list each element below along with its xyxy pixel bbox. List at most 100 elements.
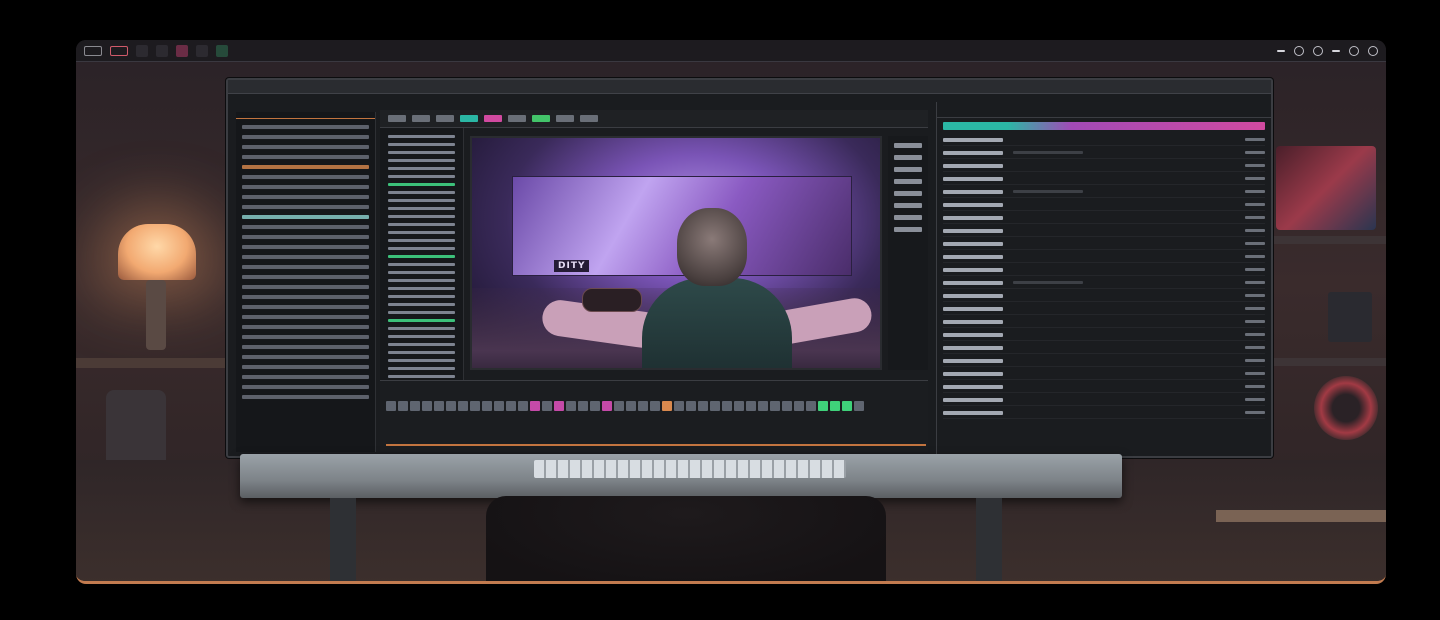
tree-item[interactable] [242, 365, 369, 369]
property-row[interactable] [943, 160, 1265, 172]
tool-icon[interactable] [894, 227, 922, 232]
video-preview[interactable]: DITY [470, 136, 882, 370]
tree-item-selected[interactable] [242, 215, 369, 219]
tree-item[interactable] [242, 325, 369, 329]
topbar-badge[interactable] [1332, 49, 1340, 52]
gear-icon[interactable] [1294, 45, 1304, 56]
code-line[interactable] [388, 327, 455, 330]
tab-5[interactable] [216, 44, 228, 57]
property-row[interactable] [943, 173, 1265, 185]
code-line[interactable] [388, 135, 455, 138]
code-line[interactable] [388, 351, 455, 354]
code-line[interactable] [388, 159, 455, 162]
code-line[interactable] [388, 335, 455, 338]
tab-2[interactable] [156, 44, 168, 57]
tree-item[interactable] [242, 225, 369, 229]
property-row[interactable] [943, 147, 1265, 159]
info-icon[interactable] [1313, 45, 1323, 56]
property-row[interactable] [943, 225, 1265, 237]
tree-item[interactable] [242, 335, 369, 339]
topbar-button[interactable] [1277, 49, 1285, 52]
tree-item[interactable] [242, 385, 369, 389]
property-row[interactable] [943, 368, 1265, 380]
tool-icon[interactable] [894, 215, 922, 220]
code-line[interactable] [388, 271, 455, 274]
tree-item[interactable] [242, 145, 369, 149]
tree-item[interactable] [242, 135, 369, 139]
properties-tabs[interactable] [943, 122, 1265, 130]
tool-icon[interactable] [894, 203, 922, 208]
code-line[interactable] [388, 367, 455, 370]
property-row[interactable] [943, 407, 1265, 419]
property-row[interactable] [943, 342, 1265, 354]
code-line[interactable] [388, 143, 455, 146]
toolbar-chip[interactable] [484, 115, 502, 122]
tab-1[interactable] [136, 44, 148, 57]
toolbar-chip[interactable] [412, 115, 430, 122]
tree-item[interactable] [242, 175, 369, 179]
timeline-scrubber[interactable] [386, 444, 926, 446]
tree-item[interactable] [242, 375, 369, 379]
code-line[interactable] [388, 255, 455, 258]
tool-icon[interactable] [894, 179, 922, 184]
code-line[interactable] [388, 223, 455, 226]
code-line[interactable] [388, 151, 455, 154]
code-line[interactable] [388, 167, 455, 170]
tree-item-active[interactable] [242, 165, 369, 169]
code-line[interactable] [388, 215, 455, 218]
code-line[interactable] [388, 231, 455, 234]
tree-item[interactable] [242, 205, 369, 209]
property-row[interactable] [943, 264, 1265, 276]
property-row[interactable] [943, 381, 1265, 393]
timeline[interactable] [380, 380, 928, 452]
code-line[interactable] [388, 311, 455, 314]
search-icon[interactable] [1349, 45, 1359, 56]
property-row[interactable] [943, 212, 1265, 224]
code-line[interactable] [388, 343, 455, 346]
timeline-track[interactable] [386, 401, 864, 411]
toolbar-chip[interactable] [436, 115, 454, 122]
tree-item[interactable] [242, 265, 369, 269]
tree-item[interactable] [242, 195, 369, 199]
tree-item[interactable] [242, 355, 369, 359]
code-line[interactable] [388, 239, 455, 242]
tree-item[interactable] [242, 305, 369, 309]
help-icon[interactable] [1368, 45, 1378, 56]
code-line[interactable] [388, 359, 455, 362]
tree-item[interactable] [242, 155, 369, 159]
property-row[interactable] [943, 277, 1265, 289]
toolbar-chip[interactable] [580, 115, 598, 122]
property-row[interactable] [943, 316, 1265, 328]
toolbar-chip[interactable] [556, 115, 574, 122]
property-row[interactable] [943, 199, 1265, 211]
toolbar-chip[interactable] [508, 115, 526, 122]
code-line[interactable] [388, 199, 455, 202]
code-line[interactable] [388, 263, 455, 266]
close-icon[interactable] [110, 45, 128, 56]
property-row[interactable] [943, 355, 1265, 367]
tree-item[interactable] [242, 295, 369, 299]
tree-item[interactable] [242, 275, 369, 279]
property-row[interactable] [943, 290, 1265, 302]
tree-item[interactable] [242, 345, 369, 349]
tree-item[interactable] [242, 285, 369, 289]
property-row[interactable] [943, 134, 1265, 146]
toolbar-chip[interactable] [388, 115, 406, 122]
code-line[interactable] [388, 175, 455, 178]
tool-icon[interactable] [894, 155, 922, 160]
window-control-icon[interactable] [84, 45, 102, 56]
tree-item[interactable] [242, 245, 369, 249]
code-line[interactable] [388, 207, 455, 210]
property-row[interactable] [943, 303, 1265, 315]
tab-3[interactable] [176, 44, 188, 57]
tool-icon[interactable] [894, 167, 922, 172]
tool-icon[interactable] [894, 143, 922, 148]
toolbar-chip[interactable] [460, 115, 478, 122]
tree-item[interactable] [242, 235, 369, 239]
code-line[interactable] [388, 375, 455, 378]
tree-item[interactable] [242, 185, 369, 189]
code-line[interactable] [388, 183, 455, 186]
tool-icon[interactable] [894, 191, 922, 196]
tree-item[interactable] [242, 395, 369, 399]
code-line[interactable] [388, 279, 455, 282]
